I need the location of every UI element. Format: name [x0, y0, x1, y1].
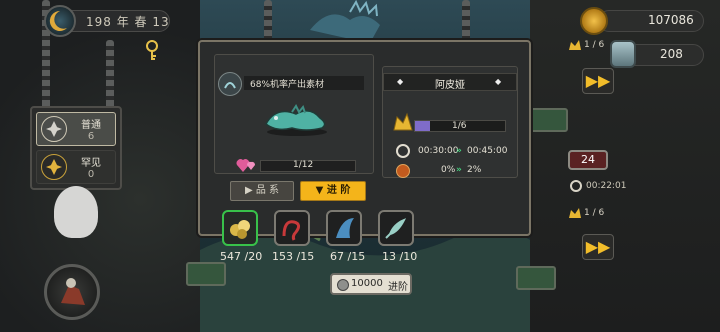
- level-tag-bottom: 1 / 6: [568, 206, 614, 222]
- level-tag-top: 1 / 6: [568, 38, 608, 54]
- jar-amount: 208: [660, 47, 683, 61]
- rarity-tab-common[interactable]: 普通 6: [36, 112, 116, 146]
- blue-fin-icon: [336, 218, 354, 238]
- creature-portrait: [262, 102, 332, 136]
- side-tab-right-2[interactable]: [516, 266, 556, 290]
- material-count-feather: 13 /10: [382, 250, 418, 263]
- ghost-creature-icon: [54, 186, 98, 238]
- key-icon[interactable]: [144, 40, 160, 62]
- output-rate-icon: [396, 164, 410, 178]
- triangle-down-icon: ▼: [315, 185, 327, 196]
- rarity-name: 罕见: [81, 158, 101, 169]
- play-icon: ▶: [244, 185, 256, 196]
- game-date: 198 年 春 13: [86, 15, 170, 29]
- crown-icon: [569, 208, 581, 218]
- gold-nugget-icon: [230, 220, 250, 239]
- time-next: 00:45:00: [467, 146, 508, 156]
- chain-center-2: [462, 0, 470, 42]
- level-bar-fill: [415, 121, 430, 131]
- green-feather-icon: [385, 218, 407, 239]
- time-current: 00:30:00: [418, 146, 459, 156]
- advance-cost: 10000: [351, 278, 383, 289]
- rarity-tab-rare[interactable]: 罕见 0: [36, 150, 116, 184]
- tab-label: 进 阶: [326, 185, 351, 196]
- timer-value: 00:22:01: [586, 181, 627, 191]
- character-portrait-button[interactable]: [44, 264, 100, 320]
- side-tab-right-1[interactable]: [528, 108, 568, 132]
- diamond-icon: ◆: [397, 77, 404, 86]
- rarity-name: 普通: [81, 120, 101, 131]
- affection-value: 1/12: [293, 160, 314, 170]
- level-value: 1/6: [452, 121, 467, 131]
- material-count-worm: 153 /15: [272, 250, 315, 263]
- chain-center-1: [264, 0, 272, 42]
- red-worm-icon: [282, 220, 301, 241]
- rarity-count: 6: [87, 131, 95, 142]
- rate-current: 0%: [441, 165, 456, 175]
- lotus-gold-icon: [41, 154, 67, 180]
- upgrade-arrow-icon: »: [456, 165, 462, 175]
- tab-lineage[interactable]: ▶ 品 系: [230, 181, 294, 201]
- heart-icon: [236, 156, 258, 174]
- clock-icon: [396, 144, 410, 158]
- season-icon[interactable]: [44, 5, 76, 37]
- green-feather-slot[interactable]: [378, 210, 414, 246]
- chain-left-2: [106, 40, 114, 110]
- crown-icon: [569, 40, 581, 50]
- drop-rate-label: 68%机率产出素材: [250, 80, 325, 90]
- fast-forward-button-bottom[interactable]: ▶▶: [582, 234, 614, 260]
- timer-badge: 24: [568, 150, 608, 170]
- lotus-gray-icon: [41, 116, 67, 142]
- diamond-icon: ◆: [495, 77, 502, 86]
- material-count-fin: 67 /15: [330, 250, 366, 263]
- gold-coin-icon: [580, 7, 608, 35]
- clock-icon: [570, 180, 582, 192]
- silver-coin-icon: [337, 279, 349, 291]
- gold-amount: 107086: [648, 13, 694, 27]
- material-drop-icon: [218, 72, 242, 96]
- upgrade-arrow-icon: »: [456, 146, 462, 156]
- side-tab-left[interactable]: [186, 262, 226, 286]
- advance-label: 进阶: [388, 282, 408, 293]
- tab-label: 品 系: [255, 185, 280, 196]
- material-count-gold: 547 /20: [220, 250, 263, 263]
- rate-next: 2%: [467, 165, 482, 175]
- jar-icon: [610, 40, 636, 68]
- advance-button[interactable]: 10000 进阶: [330, 273, 412, 295]
- red-worm-slot[interactable]: [274, 210, 310, 246]
- fast-forward-button-top[interactable]: ▶▶: [582, 68, 614, 94]
- gold-nugget-slot[interactable]: [222, 210, 258, 246]
- rarity-count: 0: [87, 169, 95, 180]
- tab-advance[interactable]: ▼ 进 阶: [300, 181, 366, 201]
- timer-row: 00:22:01: [570, 180, 630, 194]
- level-crown-icon: [392, 112, 414, 132]
- level-tag-text: 1 / 6: [584, 208, 605, 218]
- level-tag-text: 1 / 6: [584, 40, 605, 50]
- blue-fin-slot[interactable]: [326, 210, 362, 246]
